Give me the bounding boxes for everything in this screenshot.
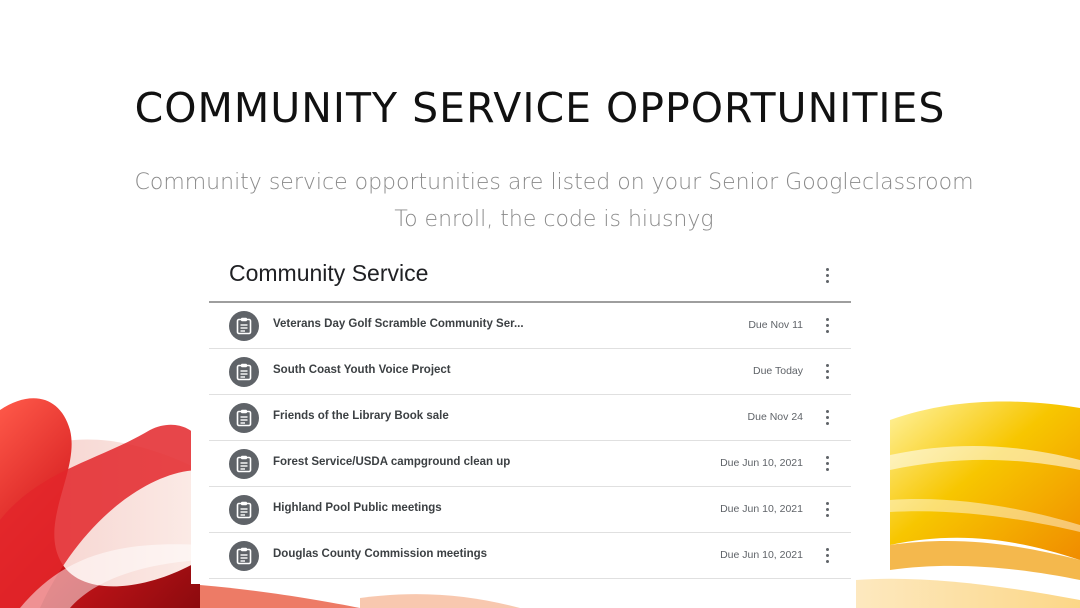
more-vert-icon[interactable] (825, 456, 829, 472)
topic-title: Community Service (229, 260, 429, 286)
topic-header: Community Service (209, 246, 851, 303)
assignment-icon (229, 541, 259, 571)
slide-title: COMMUNITY SERVICE OPPORTUNITIES (134, 84, 946, 132)
assignment-title: Highland Pool Public meetings (273, 502, 442, 514)
assignment-title: South Coast Youth Voice Project (273, 364, 451, 376)
assignment-icon (229, 311, 259, 341)
classroom-topic-panel: Community Service Veterans Day Golf Scra… (191, 246, 856, 584)
assignment-list: Veterans Day Golf Scramble Community Ser… (209, 303, 851, 579)
assignment-icon (229, 449, 259, 479)
more-vert-icon[interactable] (825, 364, 829, 380)
slide-subtitle-line2: To enroll, the code is hiusnyg (394, 207, 714, 232)
assignment-due-date: Due Jun 10, 2021 (720, 549, 803, 561)
slide-subtitle-line1: Community service opportunities are list… (134, 170, 974, 195)
assignment-icon (229, 357, 259, 387)
assignment-title: Friends of the Library Book sale (273, 410, 449, 422)
assignment-row[interactable]: Veterans Day Golf Scramble Community Ser… (209, 303, 851, 349)
assignment-row[interactable]: Highland Pool Public meetings Due Jun 10… (209, 487, 851, 533)
more-vert-icon[interactable] (825, 268, 829, 284)
assignment-due-date: Due Nov 11 (748, 319, 803, 331)
more-vert-icon[interactable] (825, 502, 829, 518)
more-vert-icon[interactable] (825, 548, 829, 564)
assignment-title: Douglas County Commission meetings (273, 548, 488, 560)
assignment-row[interactable]: Forest Service/USDA campground clean up … (209, 441, 851, 487)
assignment-row[interactable]: Friends of the Library Book sale Due Nov… (209, 395, 851, 441)
assignment-due-date: Due Today (752, 365, 803, 377)
assignment-icon (229, 403, 259, 433)
assignment-row[interactable]: South Coast Youth Voice Project Due Toda… (209, 349, 851, 395)
slide: COMMUNITY SERVICE OPPORTUNITIES Communit… (0, 0, 1080, 608)
assignment-due-date: Due Nov 24 (747, 411, 803, 423)
assignment-due-date: Due Jun 10, 2021 (720, 503, 803, 515)
more-vert-icon[interactable] (825, 410, 829, 426)
assignment-icon (229, 495, 259, 525)
assignment-title: Veterans Day Golf Scramble Community Ser… (273, 318, 524, 330)
more-vert-icon[interactable] (825, 318, 829, 334)
assignment-due-date: Due Jun 10, 2021 (720, 457, 803, 469)
assignment-row[interactable]: Douglas County Commission meetings Due J… (209, 533, 851, 579)
assignment-title: Forest Service/USDA campground clean up (273, 456, 511, 468)
